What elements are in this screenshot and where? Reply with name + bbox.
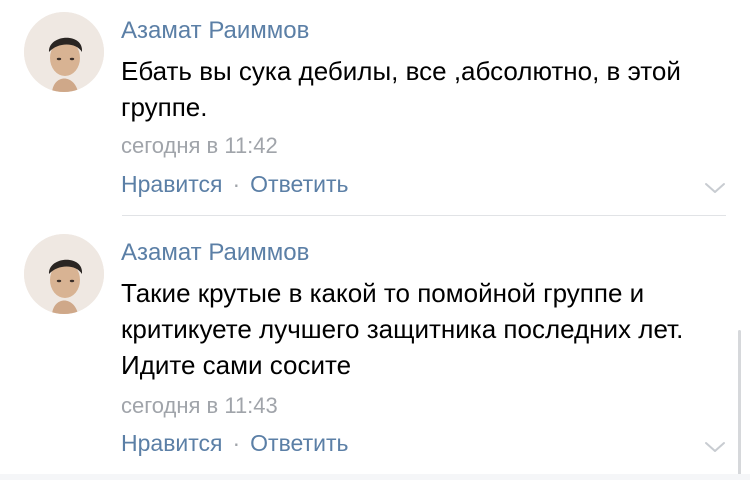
scrollbar[interactable] <box>738 330 741 480</box>
bottom-edge <box>0 474 750 480</box>
action-separator: · <box>232 430 241 456</box>
comment-text: Такие крутые в какой то помойной группе … <box>121 278 684 380</box>
reply-button[interactable]: Ответить <box>250 430 348 456</box>
like-button[interactable]: Нравится <box>121 430 223 456</box>
comment-author[interactable]: Азамат Раиммов <box>121 239 309 267</box>
avatar[interactable] <box>24 234 104 314</box>
comment-timestamp: сегодня в 11:43 <box>121 393 278 418</box>
chevron-down-icon[interactable] <box>704 441 726 453</box>
avatar-photo <box>24 234 104 314</box>
comment-actions: Нравится · Ответить <box>121 430 348 457</box>
comment: Азамат Раиммов Такие крутые в какой то п… <box>0 0 750 480</box>
